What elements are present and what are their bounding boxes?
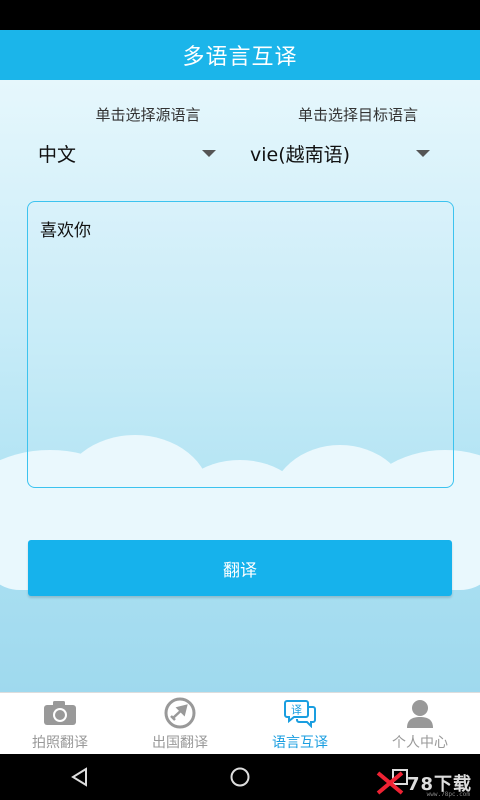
translate-chat-icon: 译 (282, 698, 318, 728)
watermark-logo-icon (376, 771, 404, 795)
tab-label: 语言互译 (272, 735, 328, 751)
tab-label: 出国翻译 (152, 735, 208, 751)
target-language-value: vie(越南语) (250, 143, 351, 166)
target-language-select[interactable]: vie(越南语) (248, 139, 430, 167)
tab-language-translate[interactable]: 译 语言互译 (240, 693, 360, 754)
tab-travel-translate[interactable]: 出国翻译 (120, 693, 240, 754)
watermark-url: www.78pc.com (426, 791, 470, 798)
airplane-icon (162, 697, 198, 729)
translate-glyph: 译 (291, 704, 302, 717)
source-text-value: 喜欢你 (40, 221, 91, 241)
dropdown-caret-icon (416, 149, 430, 157)
back-triangle-icon (71, 767, 87, 787)
source-language-select[interactable]: 中文 (34, 139, 216, 167)
page-title: 多语言互译 (182, 45, 298, 70)
source-text-input[interactable]: 喜欢你 (27, 201, 454, 488)
dropdown-caret-icon (202, 149, 216, 157)
tab-personal-center[interactable]: 个人中心 (360, 693, 480, 754)
translate-button-label: 翻译 (223, 560, 257, 581)
bottom-tab-bar: 拍照翻译 出国翻译 译 语言互译 个人中心 (0, 692, 480, 754)
source-language-hint: 单击选择源语言 (95, 106, 201, 124)
person-icon (402, 698, 438, 728)
home-circle-icon (230, 767, 250, 787)
source-language-value: 中文 (38, 143, 77, 166)
watermark: 78下载 www.78pc.com (375, 770, 472, 798)
app-header: 多语言互译 (0, 30, 480, 80)
home-nav-button[interactable] (210, 757, 270, 797)
tab-photo-translate[interactable]: 拍照翻译 (0, 693, 120, 754)
translate-button[interactable]: 翻译 (28, 540, 452, 596)
camera-icon (42, 698, 78, 728)
main-content: 单击选择源语言 中文 单击选择目标语言 vie(越南语) 喜欢你 翻译 (0, 80, 480, 692)
tab-label: 个人中心 (392, 735, 448, 751)
tab-label: 拍照翻译 (32, 735, 88, 751)
target-language-group: 单击选择目标语言 vie(越南语) (248, 104, 448, 167)
target-language-hint: 单击选择目标语言 (297, 106, 418, 124)
status-bar (0, 0, 480, 30)
back-nav-button[interactable] (50, 757, 110, 797)
system-navigation-bar: 78下载 www.78pc.com (0, 754, 480, 800)
source-language-group: 单击选择源语言 中文 (34, 104, 234, 167)
